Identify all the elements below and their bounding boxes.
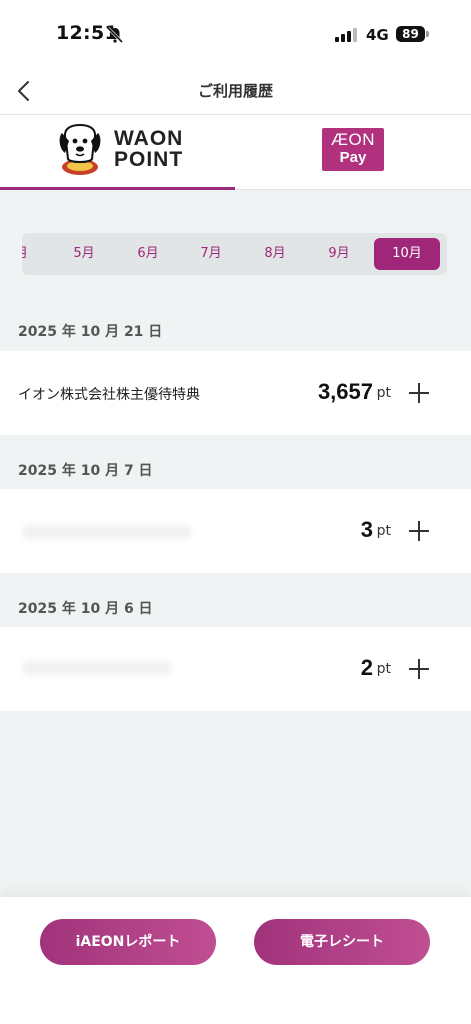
- aeon-pay-logo: ÆON Pay: [322, 128, 384, 171]
- aeon-pay-logo-line1: ÆON: [331, 130, 375, 149]
- record-title: イオン株式会社株主優待特典: [18, 387, 200, 403]
- record-unit: pt: [376, 385, 391, 401]
- waon-dog-logo-icon: [59, 123, 101, 175]
- history-record[interactable]: イオン株式会社株主優待特典 3,657 pt: [0, 351, 471, 435]
- waon-wordmark-line1: WAON: [114, 127, 184, 150]
- record-points: 3: [360, 517, 373, 542]
- record-title-blurred: [22, 661, 172, 675]
- month-selector: 月 5月 6月 7月 8月 9月 10月: [22, 233, 447, 275]
- record-unit: pt: [376, 523, 391, 539]
- battery-tip: [426, 31, 429, 37]
- waon-wordmark-line2: POINT: [114, 148, 184, 171]
- point-type-tabs: WAON POINT ÆON Pay: [0, 115, 471, 190]
- record-title-blurred: [22, 525, 192, 539]
- screen: 12:51 4G 89 ご利用履歴 WAON POINT ÆON Pay 5月 …: [0, 0, 471, 1024]
- tab-aeon-pay[interactable]: ÆON Pay: [236, 115, 471, 189]
- bottom-action-bar: iAEONレポート 電子レシート: [0, 897, 471, 1024]
- record-points: 2: [360, 655, 373, 680]
- date-header: 2025 年 10 月 7 日: [18, 463, 153, 479]
- date-header: 2025 年 10 月 21 日: [18, 324, 163, 340]
- month-item-october[interactable]: 10月: [374, 238, 440, 270]
- tab-waon-point[interactable]: WAON POINT: [0, 115, 235, 190]
- month-item-june[interactable]: 6月: [124, 233, 172, 275]
- bell-muted-icon: [106, 26, 124, 44]
- e-receipt-button[interactable]: 電子レシート: [254, 919, 430, 965]
- nav-bar: ご利用履歴: [0, 68, 471, 115]
- record-points: 3,657: [317, 379, 373, 404]
- history-record[interactable]: 2 pt: [0, 627, 471, 711]
- tab-active-indicator: [0, 187, 235, 190]
- month-item-july[interactable]: 7月: [187, 233, 235, 275]
- network-label: 4G: [366, 26, 389, 44]
- month-item-may[interactable]: 5月: [60, 233, 108, 275]
- battery-indicator: 89: [396, 26, 425, 42]
- aeon-pay-logo-line2: Pay: [339, 149, 367, 166]
- iaeon-report-button[interactable]: iAEONレポート: [40, 919, 216, 965]
- date-header: 2025 年 10 月 6 日: [18, 601, 153, 617]
- month-item-partial[interactable]: 月: [22, 233, 28, 275]
- expand-plus-icon[interactable]: [409, 521, 429, 541]
- month-item-august[interactable]: 8月: [251, 233, 299, 275]
- signal-icon: [335, 28, 357, 42]
- waon-point-wordmark: WAON POINT: [114, 128, 183, 170]
- page-title: ご利用履歴: [197, 82, 273, 100]
- record-unit: pt: [376, 661, 391, 677]
- month-item-september[interactable]: 9月: [315, 233, 363, 275]
- expand-plus-icon[interactable]: [409, 383, 429, 403]
- expand-plus-icon[interactable]: [409, 659, 429, 679]
- status-bar: 12:51 4G 89: [0, 0, 471, 68]
- history-record[interactable]: 3 pt: [0, 489, 471, 573]
